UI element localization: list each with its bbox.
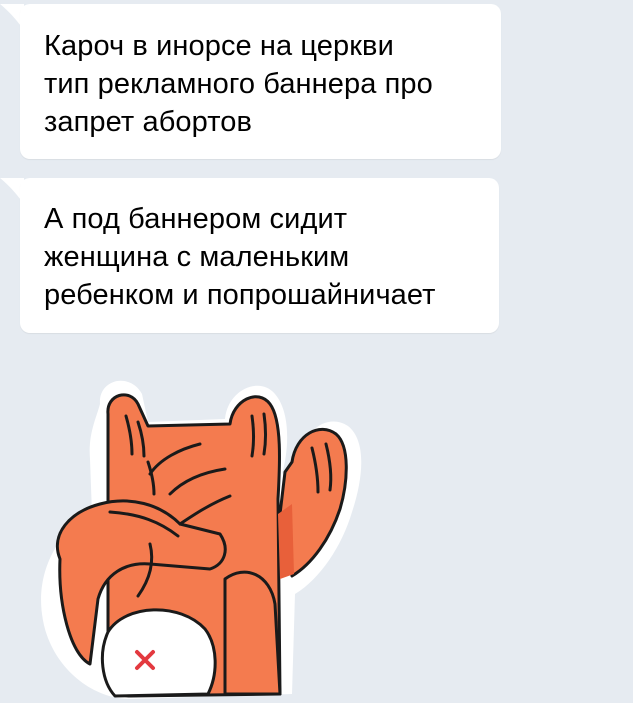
incoming-message-2[interactable]: А под баннером сидит женщина с маленьким…	[20, 178, 499, 333]
chat-history: Кароч в инорсе на церкви тип рекламного …	[0, 0, 633, 703]
message-text: Кароч в инорсе на церкви тип рекламного …	[44, 27, 433, 141]
message-line: А под баннером сидит	[44, 203, 348, 235]
message-line: женщина с маленьким	[44, 241, 350, 273]
cat-facepalm-sticker-icon[interactable]	[30, 364, 370, 703]
message-line: тип рекламного баннера про	[44, 68, 433, 100]
message-line: Кароч в инорсе на церкви	[44, 30, 394, 62]
message-line: запрет абортов	[44, 106, 253, 138]
incoming-message-1[interactable]: Кароч в инорсе на церкви тип рекламного …	[20, 4, 501, 159]
message-line: ребенком и попрошайничает	[44, 279, 436, 311]
message-text: А под баннером сидит женщина с маленьким…	[44, 200, 436, 314]
